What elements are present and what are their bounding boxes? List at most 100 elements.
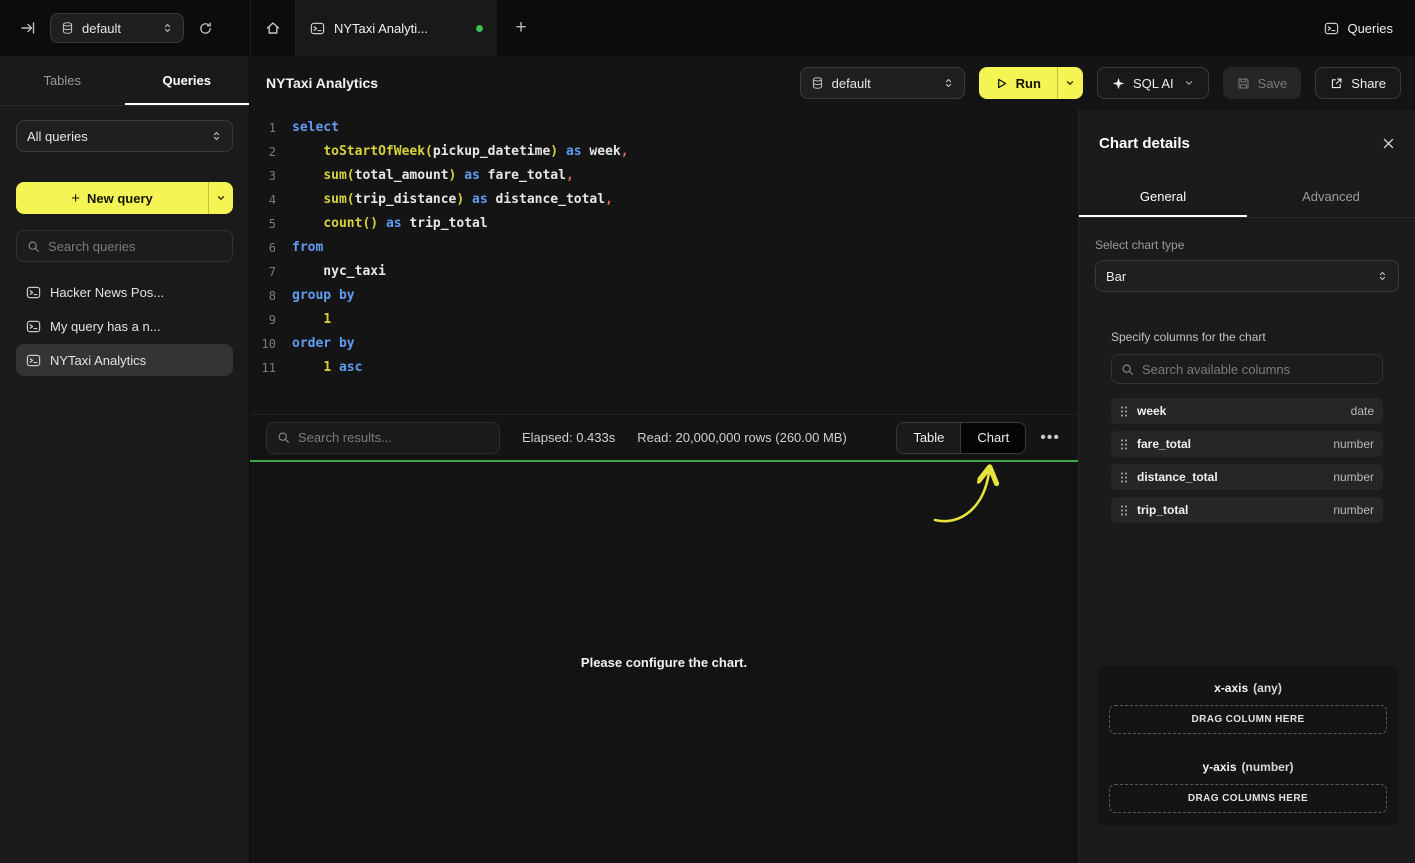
run-button-main[interactable]: Run	[979, 67, 1057, 99]
results-search-input[interactable]	[298, 430, 489, 445]
results-toolbar: Elapsed: 0.433s Read: 20,000,000 rows (2…	[250, 414, 1078, 460]
terminal-icon	[26, 353, 41, 368]
query-search-input[interactable]	[48, 239, 224, 254]
code-line[interactable]: 1	[292, 308, 629, 332]
close-icon[interactable]	[1382, 137, 1395, 150]
chart-type-select[interactable]: Bar	[1095, 260, 1399, 292]
results-search	[266, 422, 500, 454]
column-type: number	[1333, 437, 1374, 451]
drag-handle-icon[interactable]	[1120, 438, 1128, 451]
new-query-button[interactable]: + New query	[16, 182, 233, 214]
line-number: 1	[250, 116, 276, 140]
chart-area: Please configure the chart.	[250, 460, 1078, 863]
columns-section-label: Specify columns for the chart	[1111, 330, 1383, 344]
queries-button[interactable]: Queries	[1324, 21, 1393, 36]
tab-queries-label: Queries	[163, 73, 211, 88]
topbar-database-selector[interactable]: default	[50, 13, 184, 43]
sidebar-tabs: Tables Queries	[0, 56, 249, 106]
axis-label: y-axis(number)	[1109, 760, 1387, 774]
query-list-item[interactable]: Hacker News Pos...	[16, 276, 233, 308]
chevron-down-icon[interactable]	[1184, 78, 1194, 88]
code-line[interactable]: nyc_taxi	[292, 260, 629, 284]
code-line[interactable]: order by	[292, 332, 629, 356]
tab-advanced[interactable]: Advanced	[1247, 176, 1415, 217]
query-list-item[interactable]: NYTaxi Analytics	[16, 344, 233, 376]
axis-block: x-axis(any)DRAG COLUMN HERE	[1109, 681, 1387, 734]
terminal-icon	[26, 319, 41, 334]
new-query-dropdown[interactable]	[208, 182, 233, 214]
code-line[interactable]: select	[292, 116, 629, 140]
tab-nytaxi-analytics[interactable]: NYTaxi Analyti...	[296, 0, 497, 56]
column-name: trip_total	[1137, 503, 1188, 517]
query-filter-select[interactable]: All queries	[16, 120, 233, 152]
collapse-sidebar-icon[interactable]	[20, 20, 36, 36]
search-icon	[277, 431, 290, 444]
topbar-left: default	[0, 0, 250, 56]
more-options-icon[interactable]: •••	[1036, 429, 1064, 447]
run-database-value: default	[832, 76, 935, 91]
query-item-label: My query has a n...	[50, 319, 161, 334]
tab-queries[interactable]: Queries	[125, 56, 250, 105]
elapsed-stat: Elapsed: 0.433s	[522, 430, 615, 445]
chart-view-button[interactable]: Chart	[960, 423, 1025, 453]
query-search	[16, 230, 233, 262]
column-type: number	[1333, 470, 1374, 484]
search-icon	[1121, 363, 1134, 376]
share-button[interactable]: Share	[1315, 67, 1401, 99]
tab-general-label: General	[1140, 189, 1186, 204]
column-row[interactable]: trip_totalnumber	[1111, 497, 1383, 523]
terminal-icon	[1324, 21, 1339, 36]
run-options-dropdown[interactable]	[1057, 67, 1083, 99]
column-row[interactable]: weekdate	[1111, 398, 1383, 424]
column-row[interactable]: fare_total number	[1111, 431, 1383, 457]
table-view-button[interactable]: Table	[897, 423, 960, 453]
terminal-icon	[26, 285, 41, 300]
new-tab-button[interactable]: +	[497, 0, 545, 56]
sql-editor[interactable]: 1234567891011 select toStartOfWeek(picku…	[250, 110, 1078, 414]
drag-handle-icon[interactable]	[1120, 405, 1128, 418]
new-query-label: New query	[87, 191, 153, 206]
column-name: fare_total	[1137, 437, 1191, 451]
drag-handle-icon[interactable]	[1120, 504, 1128, 517]
database-icon	[811, 76, 824, 90]
run-button[interactable]: Run	[979, 67, 1083, 99]
code-line[interactable]: toStartOfWeek(pickup_datetime) as week,	[292, 140, 629, 164]
tab-general[interactable]: General	[1079, 176, 1247, 217]
results-view-toggle: Table Chart	[896, 422, 1026, 454]
query-list-item[interactable]: My query has a n...	[16, 310, 233, 342]
chart-placeholder-text: Please configure the chart.	[581, 655, 747, 670]
column-row[interactable]: distance_totalnumber	[1111, 464, 1383, 490]
save-button[interactable]: Save	[1223, 67, 1302, 99]
new-query-main[interactable]: + New query	[16, 182, 208, 214]
axis-drop-zone[interactable]: DRAG COLUMNS HERE	[1109, 784, 1387, 813]
editor-code[interactable]: select toStartOfWeek(pickup_datetime) as…	[292, 116, 629, 414]
code-line[interactable]: sum(total_amount) as fare_total,	[292, 164, 629, 188]
columns-search-input[interactable]	[1142, 362, 1373, 377]
query-filter-value: All queries	[27, 129, 203, 144]
drag-handle-icon[interactable]	[1120, 471, 1128, 484]
line-number: 9	[250, 308, 276, 332]
tab-tables[interactable]: Tables	[0, 56, 125, 105]
axes-card: x-axis(any)DRAG COLUMN HERE y-axis(number…	[1097, 666, 1399, 825]
save-button-label: Save	[1258, 76, 1288, 91]
tab-title: NYTaxi Analyti...	[334, 21, 467, 36]
panel-tabs: General Advanced	[1079, 176, 1415, 218]
chevron-up-down-icon	[943, 77, 954, 89]
run-database-selector[interactable]: default	[800, 67, 965, 99]
home-icon	[265, 20, 281, 36]
play-icon	[995, 77, 1008, 90]
terminal-icon	[310, 21, 325, 36]
code-line[interactable]: 1 asc	[292, 356, 629, 380]
code-line[interactable]: count() as trip_total	[292, 212, 629, 236]
query-header: NYTaxi Analytics default Run	[250, 56, 1415, 110]
code-line[interactable]: sum(trip_distance) as distance_total,	[292, 188, 629, 212]
code-line[interactable]: group by	[292, 284, 629, 308]
line-number: 3	[250, 164, 276, 188]
home-tab[interactable]	[250, 0, 296, 56]
chart-view-label: Chart	[977, 430, 1009, 445]
code-line[interactable]: from	[292, 236, 629, 260]
axis-drop-zone[interactable]: DRAG COLUMN HERE	[1109, 705, 1387, 734]
editor-gutter: 1234567891011	[250, 116, 276, 414]
refresh-icon[interactable]	[198, 21, 213, 36]
sql-ai-button[interactable]: SQL AI	[1097, 67, 1209, 99]
